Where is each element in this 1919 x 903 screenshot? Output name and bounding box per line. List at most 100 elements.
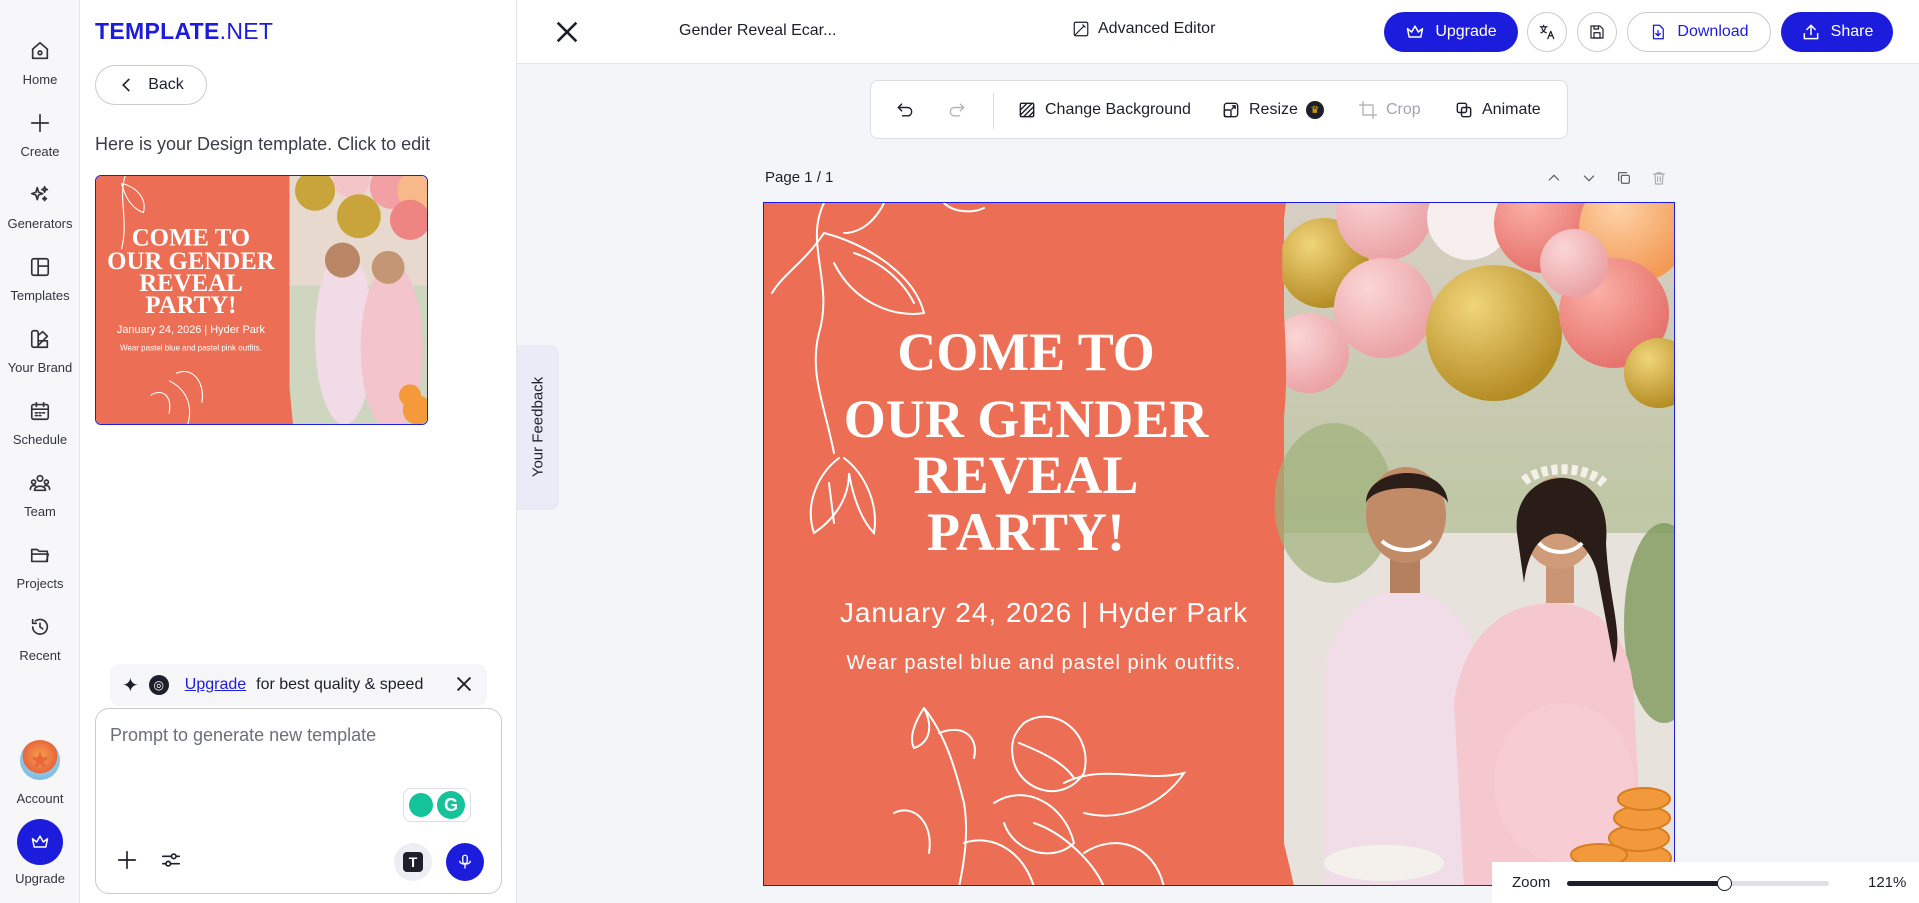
dress-code-text[interactable]: Wear pastel blue and pastel pink outfits… [846, 652, 1241, 674]
advanced-editor-label: Advanced Editor [1098, 20, 1216, 37]
chevron-down-icon [1583, 175, 1595, 182]
headline-line-2[interactable]: OUR GENDER [844, 389, 1210, 449]
download-button[interactable]: Download [1627, 12, 1771, 52]
translate-button[interactable] [1527, 12, 1567, 52]
document-title[interactable]: Gender Reveal Ecar... [679, 22, 836, 40]
page-down-button[interactable] [1578, 168, 1600, 188]
editor-topbar: Gender Reveal Ecar... Advanced Editor Up… [517, 0, 1919, 64]
feedback-tab[interactable]: Your Feedback [517, 345, 559, 510]
rail-label-projects: Projects [16, 576, 64, 591]
chevron-up-icon [1548, 174, 1560, 181]
animate-button[interactable]: Animate [1454, 81, 1541, 139]
close-banner-button[interactable] [453, 673, 475, 695]
zoom-slider-fill [1567, 881, 1725, 886]
sliders-icon [161, 853, 181, 867]
undo-button[interactable] [895, 81, 915, 139]
upgrade-banner-text: for best quality & speed [256, 676, 424, 693]
back-label: Back [148, 76, 184, 93]
rail-item-home[interactable]: Home [0, 28, 80, 98]
template-thumbnail[interactable]: COME TO OUR GENDER REVEAL PARTY! January… [95, 175, 428, 425]
share-label: Share [1830, 23, 1874, 40]
delete-page-button[interactable] [1648, 168, 1670, 188]
prompt-input[interactable] [110, 725, 480, 785]
plus-icon [117, 850, 137, 870]
rail-label-generators: Generators [7, 216, 73, 231]
topbar-upgrade-button[interactable]: Upgrade [1384, 12, 1518, 52]
panel-hint: Here is your Design template. Click to e… [95, 134, 431, 154]
change-background-button[interactable]: Change Background [1017, 81, 1191, 139]
rail-item-templates[interactable]: Templates [0, 244, 80, 314]
zoom-slider[interactable] [1567, 876, 1829, 891]
page-up-button[interactable] [1543, 168, 1565, 188]
rail-item-generators[interactable]: Generators [0, 172, 80, 242]
design-canvas[interactable]: COME TO OUR GENDER REVEAL PARTY! January… [763, 202, 1675, 886]
headline-line-1[interactable]: COME TO [897, 322, 1155, 382]
voice-input-button[interactable] [446, 843, 484, 881]
crop-icon [1358, 100, 1378, 120]
close-editor-button[interactable] [553, 18, 581, 46]
rail-item-team[interactable]: Team [0, 460, 80, 530]
redo-button[interactable] [947, 81, 967, 139]
rail-upgrade-button[interactable] [17, 819, 63, 865]
save-icon [1590, 25, 1604, 39]
close-icon [556, 21, 578, 43]
toolbar-divider [993, 93, 994, 129]
redo-icon [949, 103, 965, 117]
svg-text:PARTY!: PARTY! [145, 292, 236, 319]
upgrade-link[interactable]: Upgrade [185, 676, 246, 694]
headline-line-3[interactable]: REVEAL [913, 445, 1138, 505]
background-pattern-icon [1019, 102, 1035, 118]
page-indicator: Page 1 / 1 [765, 169, 834, 186]
text-t-icon: T [403, 852, 423, 872]
rail-label-upgrade: Upgrade [15, 871, 65, 886]
duplicate-page-button[interactable] [1613, 168, 1635, 188]
crown-icon [31, 835, 49, 848]
rail-item-schedule[interactable]: Schedule [0, 388, 80, 458]
svg-text:Wear pastel blue and pastel pi: Wear pastel blue and pastel pink outfits… [120, 344, 262, 353]
rail-item-create[interactable]: Create [0, 100, 80, 170]
crop-label: Crop [1386, 101, 1421, 118]
calendar-icon [27, 398, 53, 424]
template-panel: TEMPLATE.NET Back Here is your Design te… [80, 0, 517, 903]
resize-label: Resize [1249, 101, 1298, 118]
team-icon [27, 470, 53, 496]
palette-icon [27, 326, 53, 352]
event-date-location[interactable]: January 24, 2026 | Hyder Park [840, 597, 1248, 628]
rail-item-projects[interactable]: Projects [0, 532, 80, 602]
change-background-label: Change Background [1045, 101, 1191, 118]
back-button[interactable]: Back [95, 65, 207, 105]
grammarly-widget[interactable]: G [403, 788, 471, 822]
crop-button[interactable]: Crop [1358, 81, 1421, 139]
history-icon [27, 614, 53, 640]
rail-label-account: Account [16, 791, 64, 806]
logo-suffix: .NET [219, 18, 274, 44]
brand-logo[interactable]: TEMPLATE.NET [95, 18, 273, 45]
account-avatar[interactable]: ★ [20, 740, 60, 780]
zoom-control: Zoom 121% [1492, 862, 1919, 903]
text-style-button[interactable]: T [394, 843, 432, 881]
sparkles-icon [27, 182, 53, 208]
crown-icon [1407, 25, 1424, 38]
chevron-left-icon [122, 78, 131, 92]
thumbnail-preview: COME TO OUR GENDER REVEAL PARTY! January… [96, 176, 427, 424]
advanced-editor-button[interactable]: Advanced Editor [1072, 20, 1215, 38]
ai-model-icon: ◎ [148, 675, 169, 695]
add-attachment-button[interactable] [110, 843, 144, 877]
svg-text:COME TO: COME TO [132, 224, 250, 251]
rail-item-recent[interactable]: Recent [0, 604, 80, 674]
rail-label-create: Create [20, 144, 60, 159]
zoom-value: 121% [1868, 874, 1907, 891]
resize-button[interactable]: Resize ♛ [1221, 81, 1324, 139]
share-button[interactable]: Share [1781, 12, 1893, 52]
prompt-settings-button[interactable] [154, 843, 188, 877]
sparkle-icon: ✦ [122, 674, 139, 697]
animate-icon [1456, 102, 1472, 118]
rail-label-schedule: Schedule [12, 432, 68, 447]
headline-line-4[interactable]: PARTY! [927, 502, 1125, 562]
save-button[interactable] [1577, 12, 1617, 52]
zoom-label: Zoom [1512, 874, 1551, 891]
topbar-upgrade-label: Upgrade [1435, 23, 1497, 40]
share-upload-icon [1803, 24, 1819, 40]
zoom-slider-handle[interactable] [1717, 876, 1733, 891]
rail-item-your-brand[interactable]: Your Brand [0, 316, 80, 386]
